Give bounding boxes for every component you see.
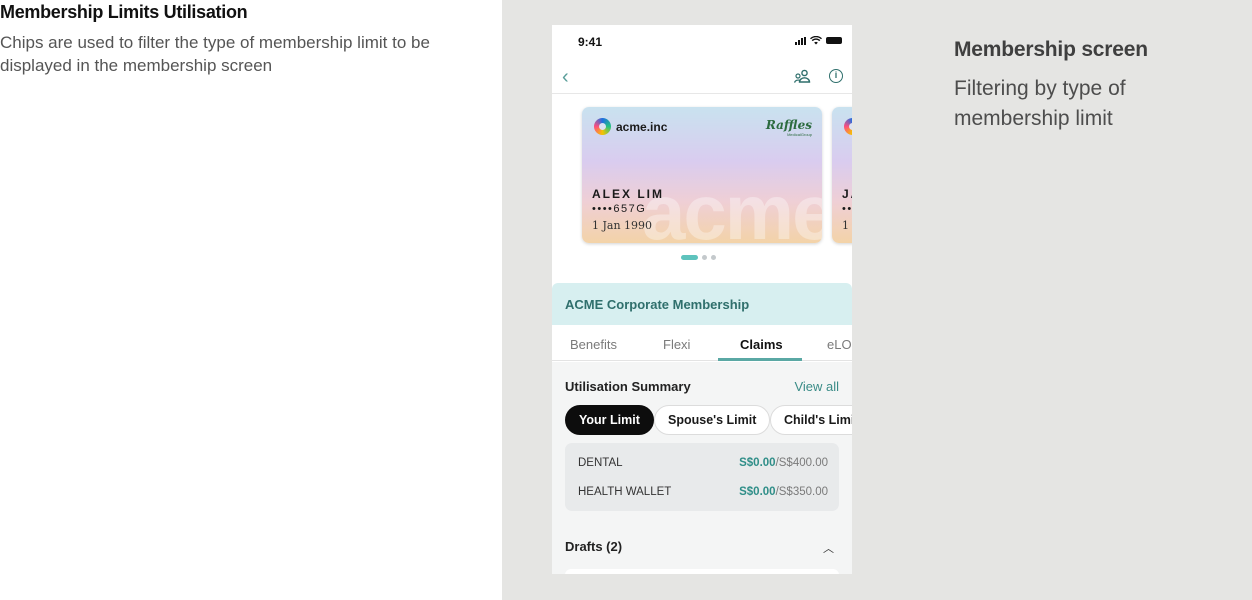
limit-row: HEALTH WALLET S$0.00/S$350.00 [578, 486, 828, 502]
acme-logo-icon [844, 118, 852, 135]
membership-card-next[interactable]: JA •• 1 . [832, 107, 852, 243]
membership-card[interactable]: acme acme.inc Raffles MedicalGroup ALEX … [582, 107, 822, 243]
tab-claims[interactable]: Claims [740, 337, 783, 352]
tab-bar: Benefits Flexi Claims eLO( [552, 325, 852, 361]
limit-value: S$0.00/S$350.00 [739, 486, 828, 498]
status-icons [795, 36, 842, 45]
membership-name: ACME Corporate Membership [565, 297, 750, 312]
screen-description: Filtering by type of membership limit [954, 77, 1126, 130]
nav-bar: ‹ i [552, 61, 852, 94]
left-panel: Membership Limits Utilisation Chips are … [0, 0, 502, 600]
acme-logo-icon [594, 118, 611, 135]
tab-active-indicator [718, 358, 802, 361]
chip-your-limit[interactable]: Your Limit [565, 405, 654, 435]
draft-card[interactable] [565, 569, 839, 574]
battery-icon [826, 37, 842, 44]
signal-icon [795, 36, 806, 45]
utilisation-title: Utilisation Summary [565, 379, 691, 394]
chevron-up-icon[interactable]: ︿ [823, 540, 834, 556]
limit-total: /S$400.00 [775, 457, 828, 469]
provider-sub: MedicalGroup [787, 132, 812, 137]
member-dob: 1 Jan 1990 [592, 219, 653, 232]
wifi-icon [810, 36, 822, 45]
limit-total: /S$350.00 [775, 486, 828, 498]
limit-used: S$0.00 [739, 486, 776, 498]
chip-spouse-limit[interactable]: Spouse's Limit [654, 405, 771, 435]
drafts-title[interactable]: Drafts (2) [565, 539, 622, 554]
panel-description: Chips are used to filter the type of mem… [0, 33, 430, 75]
limit-row: DENTAL S$0.00/S$400.00 [578, 457, 828, 473]
card-watermark: acme [642, 168, 822, 243]
phone-screen: 9:41 ‹ i acme acme.inc Raffles MedicalGr… [552, 25, 852, 574]
company-name: acme.inc [616, 119, 668, 134]
status-bar: 9:41 [552, 25, 852, 61]
member-name: JA [842, 187, 852, 201]
member-number: ••••657G [592, 203, 647, 215]
carousel-dot[interactable] [702, 255, 707, 260]
status-time: 9:41 [578, 35, 603, 49]
limit-value: S$0.00/S$400.00 [739, 457, 828, 469]
claims-content: Utilisation Summary View all Your Limit … [552, 362, 852, 574]
company-logo [844, 118, 852, 135]
company-logo: acme.inc [594, 118, 667, 135]
limit-used: S$0.00 [739, 457, 776, 469]
member-number: •• [842, 203, 852, 215]
limit-label: DENTAL [578, 457, 623, 469]
tab-flexi[interactable]: Flexi [663, 337, 690, 352]
chip-child-limit[interactable]: Child's Limit [770, 405, 852, 435]
membership-banner: ACME Corporate Membership [552, 283, 852, 325]
tab-elog[interactable]: eLO( [827, 337, 852, 352]
member-name: ALEX LIM [592, 187, 664, 201]
info-icon[interactable]: i [829, 69, 843, 83]
panel-title: Membership Limits Utilisation [0, 2, 248, 22]
screen-title: Membership screen [954, 38, 1148, 61]
provider-name: Raffles [765, 118, 812, 132]
limits-list: DENTAL S$0.00/S$400.00 HEALTH WALLET S$0… [565, 443, 839, 511]
people-icon[interactable] [794, 69, 812, 84]
carousel-dot[interactable] [681, 255, 698, 260]
carousel-dot[interactable] [711, 255, 716, 260]
tab-benefits[interactable]: Benefits [570, 337, 617, 352]
limit-label: HEALTH WALLET [578, 486, 672, 498]
carousel-indicator [681, 255, 716, 260]
member-dob: 1 . [842, 219, 852, 232]
provider-logo: Raffles MedicalGroup [766, 118, 812, 137]
view-all-link[interactable]: View all [794, 379, 839, 394]
back-icon[interactable]: ‹ [562, 67, 569, 87]
